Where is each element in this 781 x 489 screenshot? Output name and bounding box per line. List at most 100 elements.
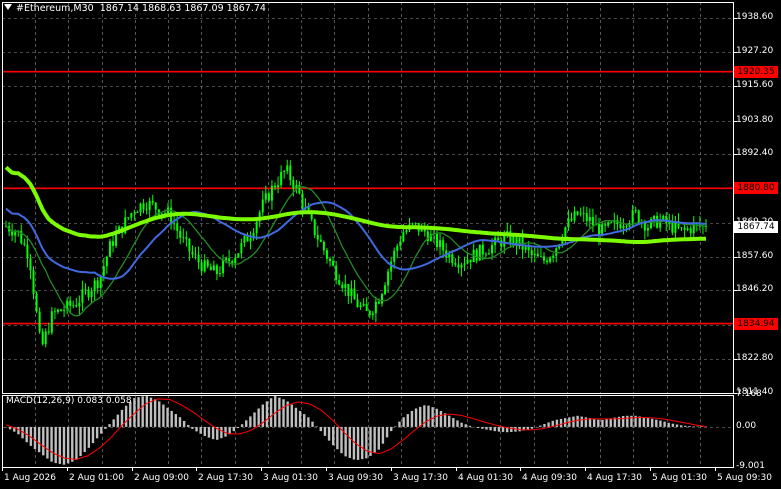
candle-body	[579, 213, 582, 215]
candle-body	[347, 284, 350, 297]
horizontal-levels[interactable]	[2, 70, 733, 325]
macd-histogram-bar	[137, 397, 140, 427]
candle-body	[610, 222, 613, 223]
macd-histogram-bar	[385, 426, 389, 438]
candle-body	[115, 233, 118, 246]
candle-body	[478, 244, 481, 261]
candle-body	[374, 301, 377, 314]
candle-body	[549, 257, 552, 263]
candle-body	[90, 291, 93, 298]
candle-body	[646, 228, 649, 231]
macd-histogram-bar	[166, 407, 169, 427]
macd-histogram-bar	[220, 426, 223, 439]
candle-body	[591, 217, 594, 226]
candle-body	[151, 200, 154, 203]
macd-histogram-bar	[145, 396, 149, 427]
candle-body	[96, 280, 99, 289]
macd-histogram-bar	[468, 425, 472, 427]
candle-body	[87, 289, 90, 298]
ma-fast-line	[5, 186, 707, 317]
macd-histogram-bar	[42, 426, 45, 456]
candle-body	[335, 265, 338, 281]
candle-body	[497, 237, 500, 241]
candle-body	[81, 289, 84, 303]
level-price-label: 1880.80	[734, 182, 778, 195]
macd-histogram-bar	[402, 417, 405, 427]
candle-body	[491, 244, 494, 254]
macd-histogram-bar	[327, 426, 331, 441]
candle-body	[283, 171, 286, 172]
candle-body	[680, 227, 683, 229]
macd-histogram-bar	[294, 407, 298, 427]
symbol-label: #Ethereum,M30	[16, 3, 94, 14]
macd-histogram-bar	[679, 425, 683, 427]
macd-histogram-bar	[158, 401, 161, 427]
candle-body	[301, 193, 304, 209]
candle-body	[460, 264, 463, 268]
candle-body	[542, 256, 545, 261]
time-axis-label: 4 Aug 09:30	[522, 473, 577, 483]
macd-histogram-bar	[692, 426, 695, 427]
candle-body	[234, 257, 237, 264]
candle-body	[179, 230, 182, 238]
candle-body	[338, 280, 341, 285]
macd-pane-border	[2, 395, 734, 468]
dropdown-triangle-icon[interactable]	[4, 4, 12, 10]
macd-indicator	[4, 396, 708, 465]
candle-body	[203, 260, 206, 272]
macd-histogram-bar	[195, 426, 198, 432]
candle-body	[44, 331, 47, 345]
candle-body	[536, 253, 539, 257]
candle-body	[286, 165, 289, 172]
candle-body	[63, 310, 66, 312]
candle-body	[607, 222, 610, 226]
price-axis-label: 1915.60	[736, 79, 774, 90]
macd-histogram-bar	[319, 426, 322, 432]
candle-body	[93, 280, 96, 292]
time-axis-label: 3 Aug 09:30	[328, 473, 383, 483]
candle-body	[130, 213, 133, 218]
macd-histogram-bar	[539, 425, 542, 427]
chart-canvas[interactable]	[0, 0, 781, 489]
macd-histogram-bar	[170, 410, 173, 427]
macd-histogram-bar	[245, 420, 248, 427]
candle-body	[653, 215, 656, 219]
candle-body	[524, 246, 527, 250]
time-axis-label: 5 Aug 01:30	[652, 473, 707, 483]
macd-histogram-bar	[203, 426, 207, 437]
macd-histogram-bar	[75, 426, 78, 460]
macd-histogram-bar	[274, 396, 277, 427]
macd-histogram-bar	[124, 405, 128, 427]
candle-body	[662, 215, 665, 220]
macd-histogram-bar	[33, 426, 37, 450]
macd-histogram-bar	[485, 426, 488, 430]
candle-body	[530, 250, 533, 256]
macd-histogram-bar	[8, 426, 12, 430]
macd-axis-label: 7.168	[736, 389, 762, 399]
time-axis-label: 4 Aug 17:30	[587, 473, 642, 483]
candle-body	[267, 193, 270, 201]
time-axis-label: 2 Aug 01:00	[69, 473, 124, 483]
macd-histogram-bar	[336, 426, 339, 450]
macd-histogram-bar	[609, 418, 612, 427]
macd-histogram-bar	[419, 406, 422, 427]
candle-body	[341, 284, 344, 288]
time-axis-label: 2 Aug 09:00	[134, 473, 189, 483]
macd-histogram-bar	[414, 408, 418, 427]
macd-histogram-bar	[431, 407, 434, 427]
macd-histogram-bar	[361, 426, 364, 460]
time-axis-label: 3 Aug 01:30	[263, 473, 318, 483]
candle-body	[53, 311, 56, 313]
candle-body	[451, 254, 454, 264]
candle-body	[194, 254, 197, 256]
macd-histogram-bar	[381, 426, 385, 444]
macd-histogram-bar	[323, 426, 327, 436]
price-axis-label: 1892.40	[736, 148, 774, 159]
chart-title[interactable]: #Ethereum,M30 1867.14 1868.63 1867.09 18…	[4, 3, 266, 14]
macd-histogram-bar	[108, 424, 111, 427]
macd-histogram-bar	[621, 416, 625, 427]
candle-body	[215, 265, 218, 274]
time-axis-label: 3 Aug 17:30	[393, 473, 448, 483]
candle-body	[240, 243, 243, 254]
macd-histogram-bar	[439, 410, 443, 427]
